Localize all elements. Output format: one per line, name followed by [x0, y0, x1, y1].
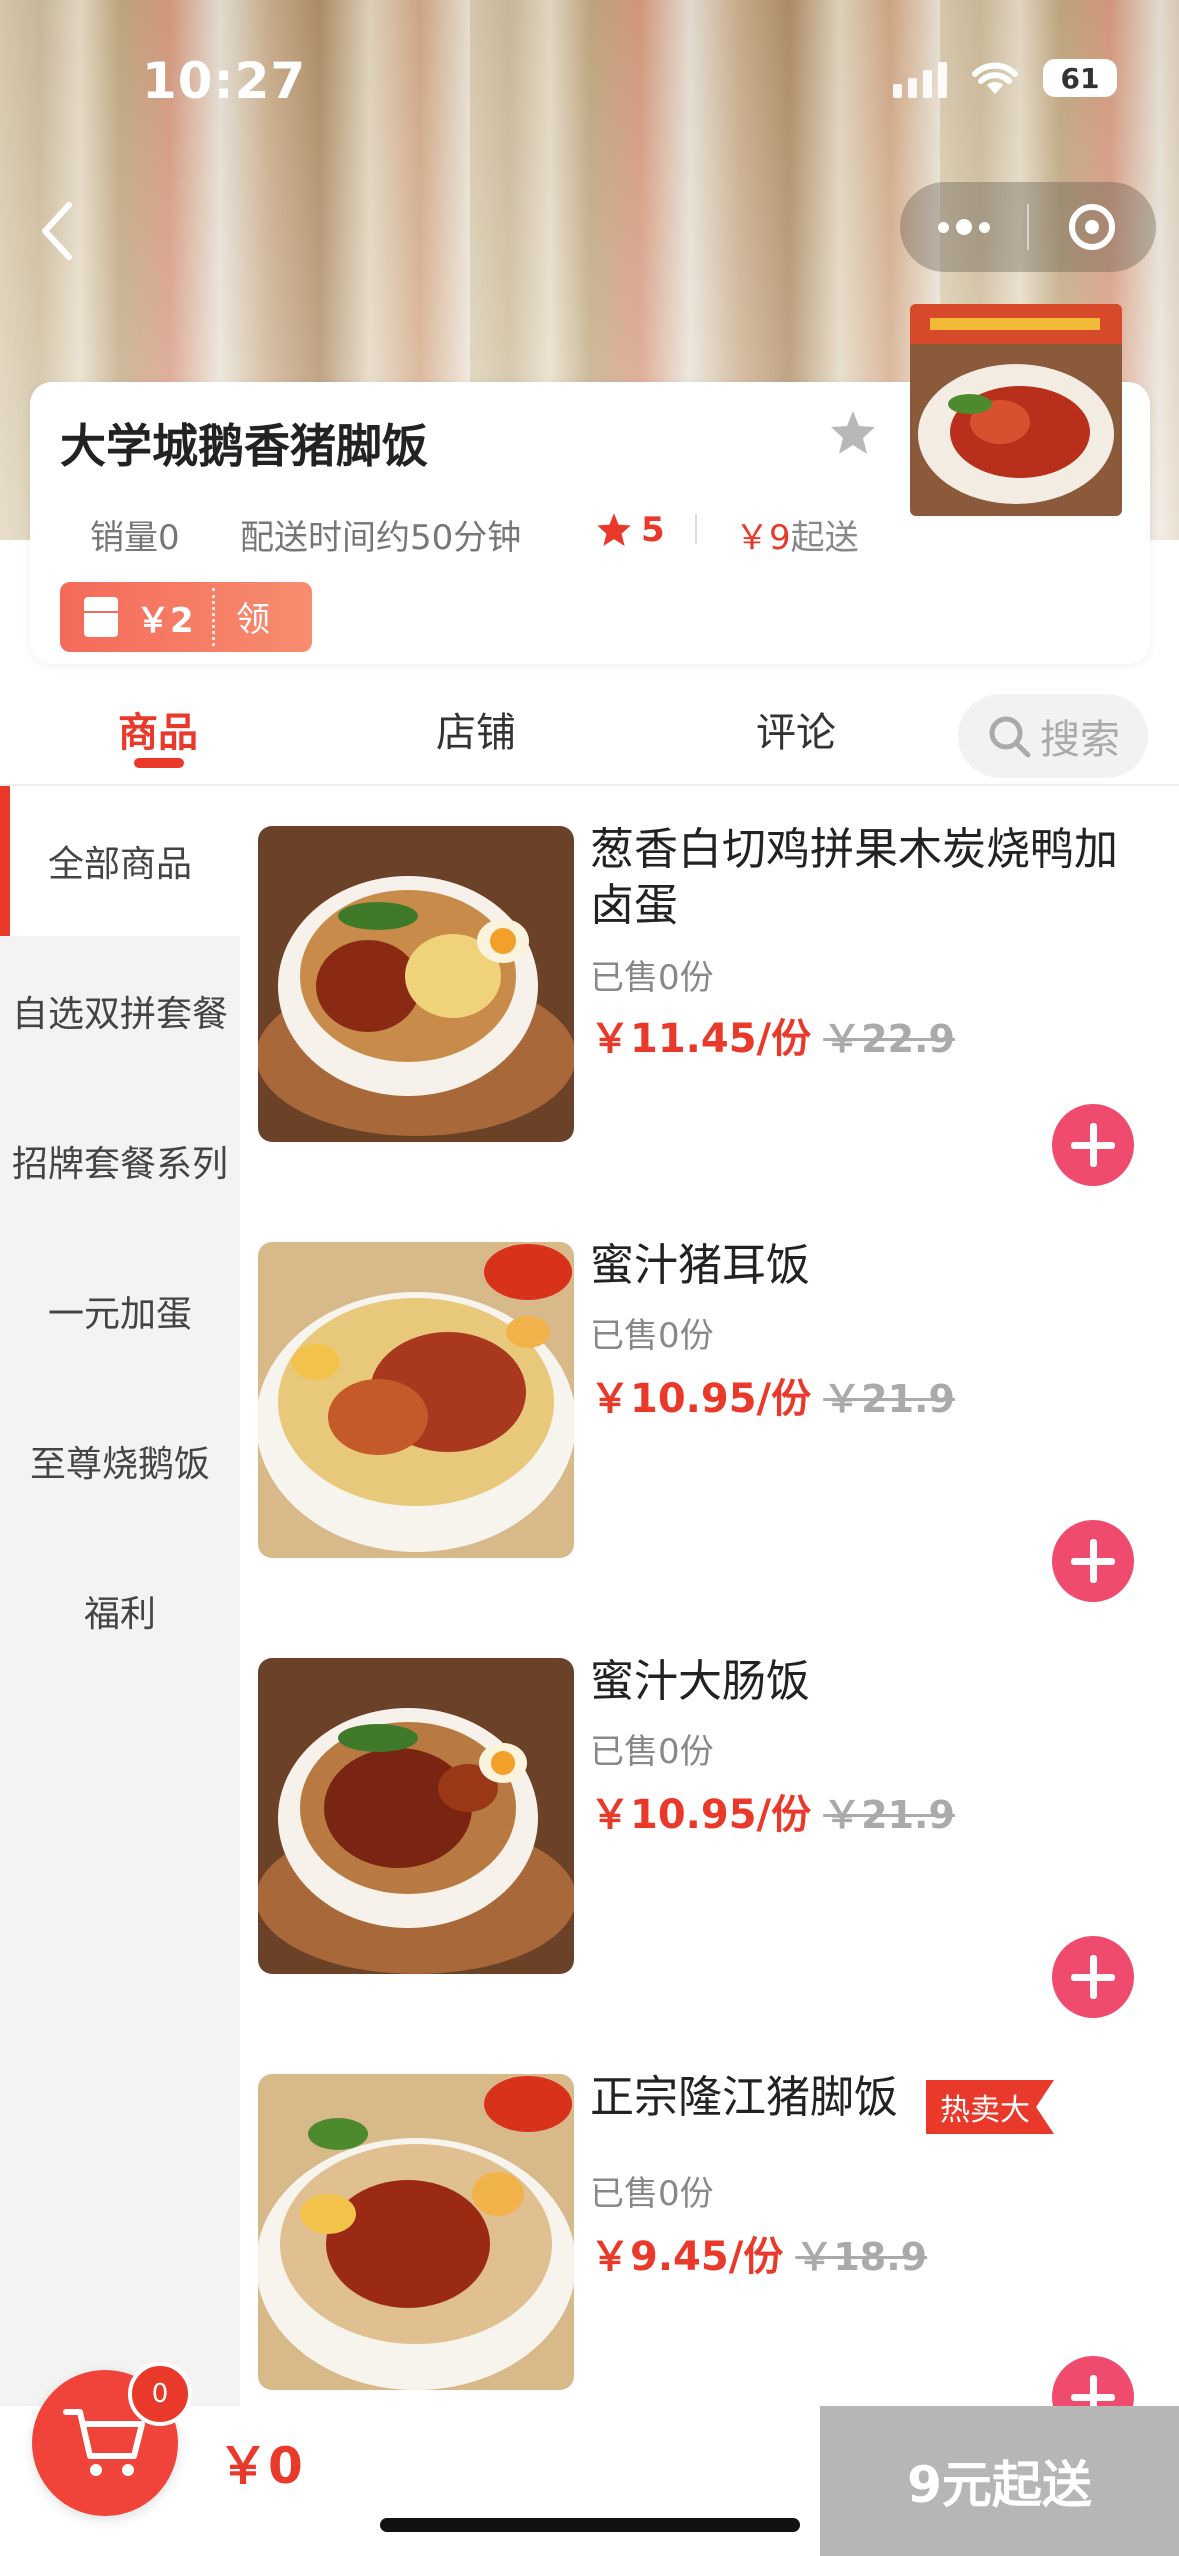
more-button[interactable] — [900, 182, 1027, 272]
category-add-egg[interactable]: 一元加蛋 — [0, 1236, 240, 1386]
tab-reviews[interactable]: 评论 — [756, 700, 836, 758]
min-order: ￥9起送 — [735, 510, 859, 559]
checkout-button[interactable]: 9元起送 — [820, 2406, 1179, 2556]
category-signature-sets[interactable]: 招牌套餐系列 — [0, 1086, 240, 1236]
min-order-suffix: 起送 — [790, 518, 859, 558]
product-image — [258, 1658, 574, 1974]
favorite-star-icon[interactable] — [828, 408, 878, 458]
category-welfare[interactable]: 福利 — [0, 1536, 240, 1686]
shop-sales: 销量0 — [90, 518, 180, 558]
product-price-row: ￥9.45/份 ￥18.9 — [590, 2224, 927, 2282]
product-sold: 已售0份 — [590, 2174, 714, 2214]
coupon-button[interactable]: ￥2 领 — [60, 582, 312, 652]
product-image — [258, 2074, 574, 2390]
close-mini-program-button[interactable] — [1029, 182, 1156, 272]
shop-name: 大学城鹅香猪脚饭 — [60, 419, 428, 473]
tab-store[interactable]: 店铺 — [436, 700, 516, 758]
shop-rating: 5 — [595, 510, 665, 550]
red-envelope-icon — [84, 597, 118, 637]
status-icons: 61 — [893, 58, 1117, 98]
rating-star-icon — [597, 513, 631, 546]
active-tab-indicator — [134, 758, 184, 768]
meta-divider — [695, 514, 697, 544]
mini-program-capsule — [900, 182, 1156, 272]
target-icon — [1069, 204, 1116, 250]
back-arrow-icon — [42, 202, 72, 260]
coupon-amount: ￥2 — [136, 600, 194, 641]
more-dots-icon — [937, 219, 990, 235]
product-image — [258, 1242, 574, 1558]
product-item[interactable]: 蜜汁大肠饭 已售0份 ￥10.95/份 ￥21.9 — [256, 1656, 1179, 2076]
product-item[interactable]: 葱香白切鸡拼果木炭烧鸭加卤蛋 已售0份 ￥11.45/份 ￥22.9 — [256, 824, 1179, 1244]
product-name: 正宗隆江猪脚饭 — [590, 2072, 898, 2123]
search-label: 搜索 — [1040, 717, 1120, 763]
battery-indicator: 61 — [1043, 59, 1117, 97]
product-sold: 已售0份 — [590, 958, 714, 998]
product-image — [258, 826, 574, 1142]
search-icon — [989, 716, 1031, 758]
add-to-cart-button[interactable] — [1052, 1104, 1134, 1186]
tab-products[interactable]: 商品 — [118, 700, 198, 758]
product-price: ￥9.45/份 — [590, 2234, 784, 2280]
product-item[interactable]: 蜜汁猪耳饭 已售0份 ￥10.95/份 ￥21.9 — [256, 1240, 1179, 1660]
product-price: ￥11.45/份 — [590, 1016, 812, 1062]
coupon-claim-label: 领 — [236, 600, 270, 640]
category-roast-goose[interactable]: 至尊烧鹅饭 — [0, 1386, 240, 1536]
product-price-row: ￥10.95/份 ￥21.9 — [590, 1782, 955, 1840]
coupon-perforation — [212, 588, 215, 646]
signal-icon — [893, 58, 947, 98]
delivery-time: 配送时间约50分钟 — [240, 518, 522, 558]
min-order-amount: ￥9 — [735, 518, 791, 558]
shop-info-card: 大学城鹅香猪脚饭 销量0 配送时间约50分钟 5 ￥9起送 ￥2 领 — [30, 304, 1150, 664]
product-name: 葱香白切鸡拼果木炭烧鸭加卤蛋 — [590, 824, 1118, 931]
product-original-price: ￥21.9 — [823, 1793, 955, 1837]
cart-bar: 0 ￥0 9元起送 — [0, 2362, 1179, 2556]
product-name: 蜜汁猪耳饭 — [590, 1240, 810, 1291]
cart-count-badge: 0 — [128, 2362, 192, 2426]
rating-value: 5 — [641, 510, 665, 550]
search-button[interactable]: 搜索 — [958, 694, 1148, 778]
shop-thumbnail — [910, 304, 1122, 516]
product-price: ￥10.95/份 — [590, 1376, 812, 1422]
product-original-price: ￥18.9 — [795, 2235, 928, 2279]
product-name: 蜜汁大肠饭 — [590, 1656, 810, 1707]
add-to-cart-button[interactable] — [1052, 1520, 1134, 1602]
product-price: ￥10.95/份 — [590, 1792, 812, 1838]
status-time: 10:27 — [142, 52, 307, 110]
wifi-icon — [972, 62, 1018, 94]
add-to-cart-button[interactable] — [1052, 1936, 1134, 2018]
product-original-price: ￥22.9 — [823, 1017, 955, 1061]
home-indicator — [380, 2518, 800, 2532]
back-button[interactable] — [22, 196, 92, 266]
category-double-combo[interactable]: 自选双拼套餐 — [0, 936, 240, 1086]
category-sidebar: 全部商品 自选双拼套餐 招牌套餐系列 一元加蛋 至尊烧鹅饭 福利 — [0, 786, 240, 2406]
product-price-row: ￥11.45/份 ￥22.9 — [590, 1006, 955, 1064]
product-price-row: ￥10.95/份 ￥21.9 — [590, 1366, 955, 1424]
product-sold: 已售0份 — [590, 1316, 714, 1356]
tab-bar: 商品 店铺 评论 搜索 — [0, 664, 1179, 786]
hot-sale-badge: 热卖大 — [926, 2080, 1054, 2134]
product-original-price: ￥21.9 — [823, 1377, 955, 1421]
category-all[interactable]: 全部商品 — [0, 786, 240, 936]
cart-total: ￥0 — [218, 2437, 303, 2495]
product-sold: 已售0份 — [590, 1732, 714, 1772]
